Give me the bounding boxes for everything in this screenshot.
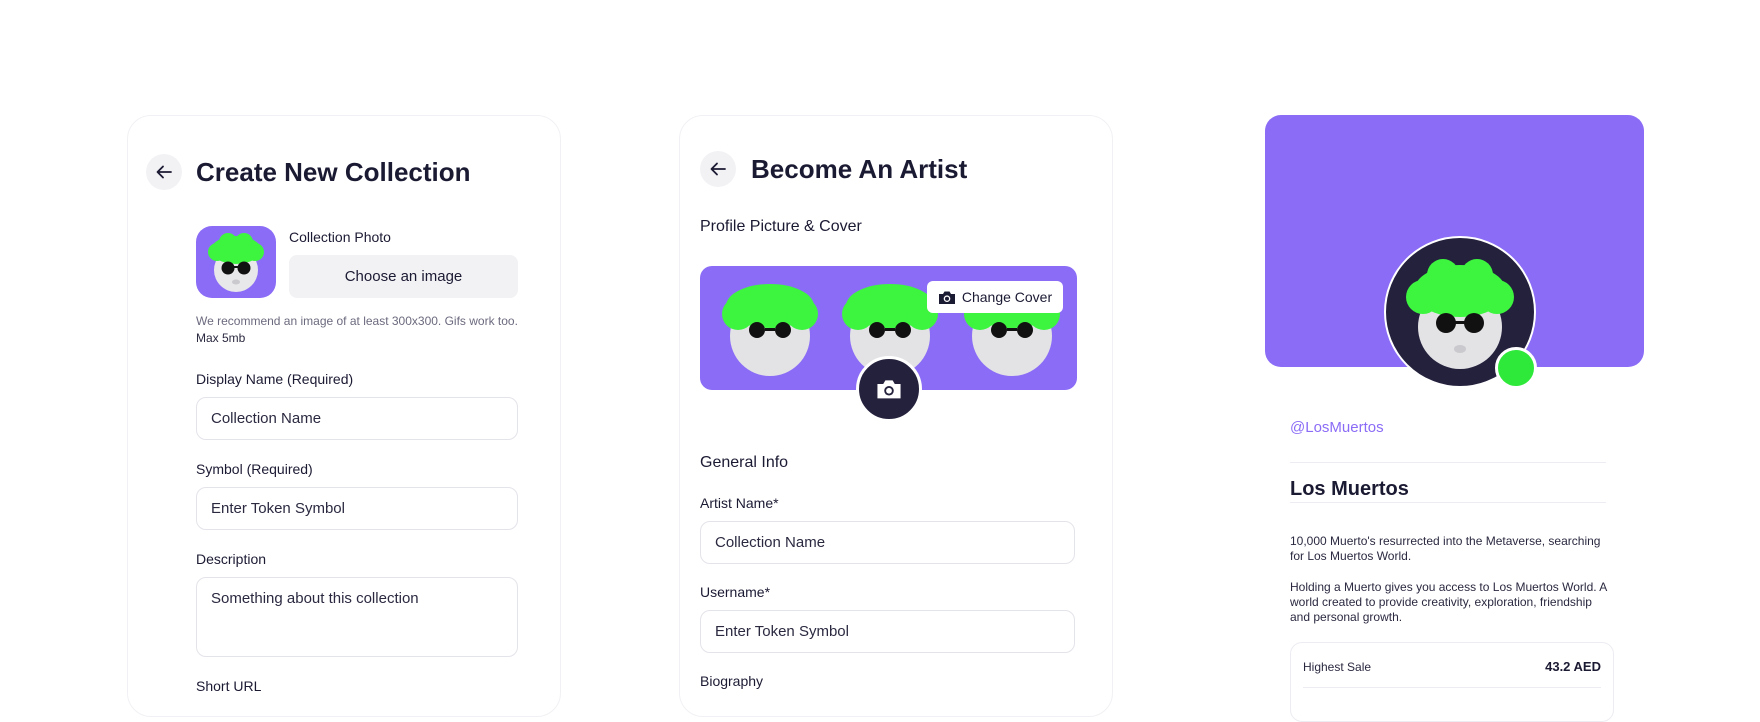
profile-bio-1: 10,000 Muerto's resurrected into the Met… [1290,534,1601,563]
page-title: Become An Artist [751,154,968,184]
avatar-character [208,233,264,292]
max-size-note: Max 5mb [196,331,246,345]
camera-icon [877,380,901,399]
camera-icon [938,291,955,304]
biography-label: Biography [700,673,764,689]
username-input[interactable]: Enter Token Symbol [700,610,1075,653]
stat-value: 43.2 AED [1545,659,1601,674]
image-hint: We recommend an image of at least 300x30… [196,314,518,345]
short-url-label: Short URL [196,678,262,694]
divider [1290,502,1606,503]
profile-bio-2: Holding a Muerto gives you access to Los… [1290,580,1607,624]
description-textarea[interactable]: Something about this collection [196,577,518,657]
profile-handle[interactable]: @LosMuertos [1290,419,1384,436]
back-button[interactable] [146,154,182,190]
back-arrow-icon [156,165,172,179]
divider [1290,462,1606,463]
choose-image-button[interactable]: Choose an image [289,255,518,298]
back-arrow-icon [710,162,726,176]
change-cover-button[interactable]: Change Cover [927,281,1063,313]
collection-photo-thumb [196,226,276,298]
symbol-label: Symbol (Required) [196,461,313,477]
back-button[interactable] [700,151,736,187]
page-title: Create New Collection [196,157,471,187]
username-label: Username* [700,584,771,600]
profile-section-title: Profile Picture & Cover [700,218,862,235]
online-status-dot [1495,347,1537,389]
artist-name-input[interactable]: Collection Name [700,521,1075,564]
change-cover-label: Change Cover [961,289,1053,305]
profile-name: Los Muertos [1290,478,1409,500]
divider [1303,687,1601,688]
display-name-label: Display Name (Required) [196,371,354,387]
collection-photo-label: Collection Photo [289,229,391,245]
display-name-input[interactable]: Collection Name [196,397,518,440]
description-label: Description [196,551,267,567]
stat-label: Highest Sale [1303,660,1372,674]
general-info-title: General Info [700,454,789,471]
symbol-input[interactable]: Enter Token Symbol [196,487,518,530]
profile-picture-button[interactable] [856,356,922,422]
artist-name-label: Artist Name* [700,495,779,511]
stats-card: Highest Sale 43.2 AED [1290,642,1614,722]
